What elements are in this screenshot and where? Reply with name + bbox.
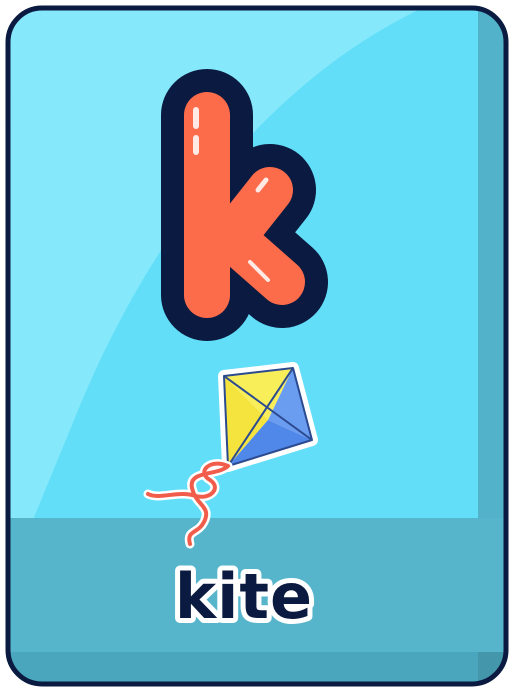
word-label: kite [175, 560, 313, 633]
card-bottom-edge [8, 652, 506, 684]
flashcard: kite kite [5, 5, 509, 687]
